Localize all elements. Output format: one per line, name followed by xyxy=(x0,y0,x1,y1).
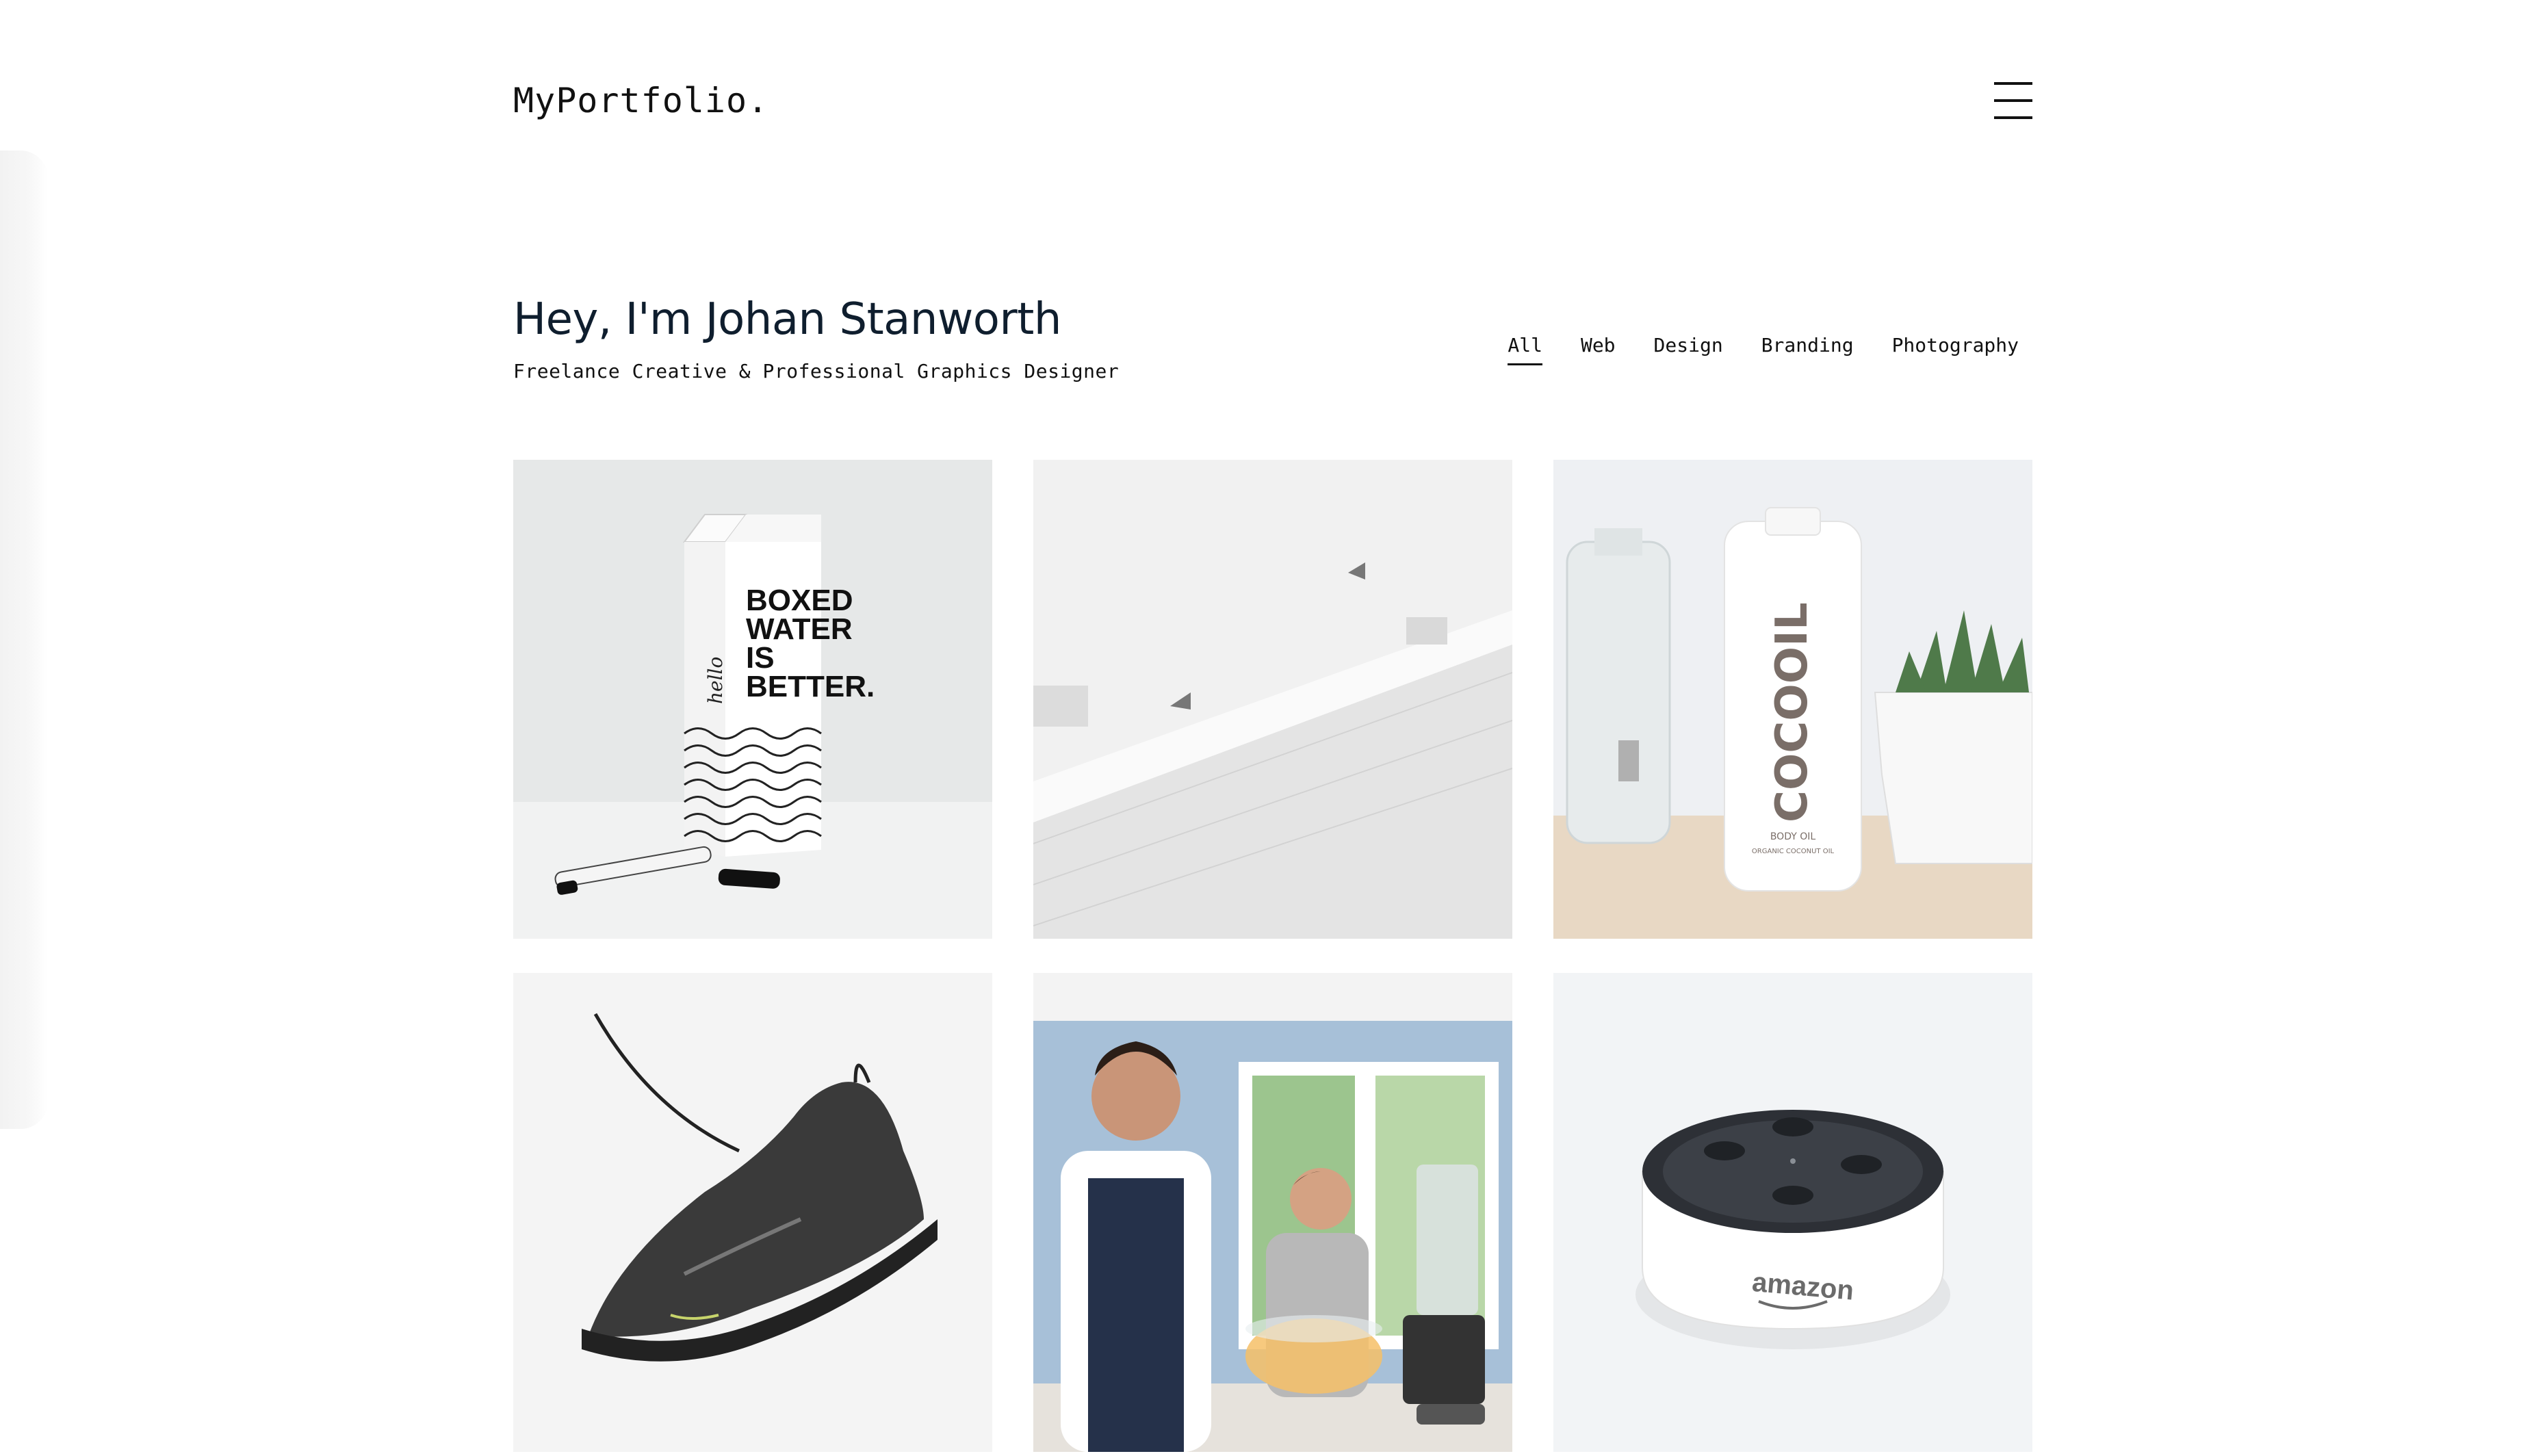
boxed-water-image: BOXED WATER IS BETTER. hello xyxy=(513,460,992,939)
architecture-image xyxy=(1033,460,1512,939)
cocooil-label-1: BODY OIL xyxy=(1770,831,1816,842)
filter-tab-branding[interactable]: Branding xyxy=(1761,334,1854,365)
side-panel-shadow xyxy=(0,151,48,1129)
cocooil-label-2: ORGANIC COCONUT OIL xyxy=(1752,848,1835,855)
filter-tab-photography[interactable]: Photography xyxy=(1892,334,2019,365)
kitchen-image xyxy=(1033,973,1512,1452)
portfolio-item-echo-dot[interactable]: amazon xyxy=(1553,973,2032,1452)
menu-line xyxy=(1994,99,2032,102)
site-logo[interactable]: MyPortfolio. xyxy=(513,81,768,120)
portfolio-item-sneaker[interactable] xyxy=(513,973,992,1452)
intro: Hey, I'm Johan Stanworth Freelance Creat… xyxy=(513,294,1334,382)
hamburger-menu-icon[interactable] xyxy=(1994,82,2032,119)
page-subtitle: Freelance Creative & Professional Graphi… xyxy=(513,360,1120,382)
portfolio-item-boxed-water[interactable]: BOXED WATER IS BETTER. hello xyxy=(513,460,992,939)
echo-dot-image: amazon xyxy=(1553,973,2032,1452)
menu-line xyxy=(1994,116,2032,119)
portfolio-item-kitchen[interactable] xyxy=(1033,973,1512,1452)
portfolio-filters: All Web Design Branding Photography xyxy=(1508,334,2019,365)
site-header: MyPortfolio. xyxy=(513,75,2032,130)
filter-tab-all[interactable]: All xyxy=(1508,334,1542,365)
menu-line xyxy=(1994,82,2032,85)
filter-tab-web[interactable]: Web xyxy=(1581,334,1616,365)
page-title: Hey, I'm Johan Stanworth xyxy=(513,294,1061,345)
carton-line-4: BETTER. xyxy=(746,670,875,703)
filter-tab-design[interactable]: Design xyxy=(1654,334,1723,365)
sneaker-image xyxy=(513,973,992,1452)
portfolio-item-architecture[interactable] xyxy=(1033,460,1512,939)
portfolio-grid: BOXED WATER IS BETTER. hello COCOOIL BOD… xyxy=(513,460,2032,1452)
cocooil-image: COCOOIL BODY OIL ORGANIC COCONUT OIL xyxy=(1553,460,2032,939)
carton-script: hello xyxy=(704,657,727,704)
portfolio-item-cocooil[interactable]: COCOOIL BODY OIL ORGANIC COCONUT OIL xyxy=(1553,460,2032,939)
cocooil-brand: COCOOIL xyxy=(1767,602,1818,822)
